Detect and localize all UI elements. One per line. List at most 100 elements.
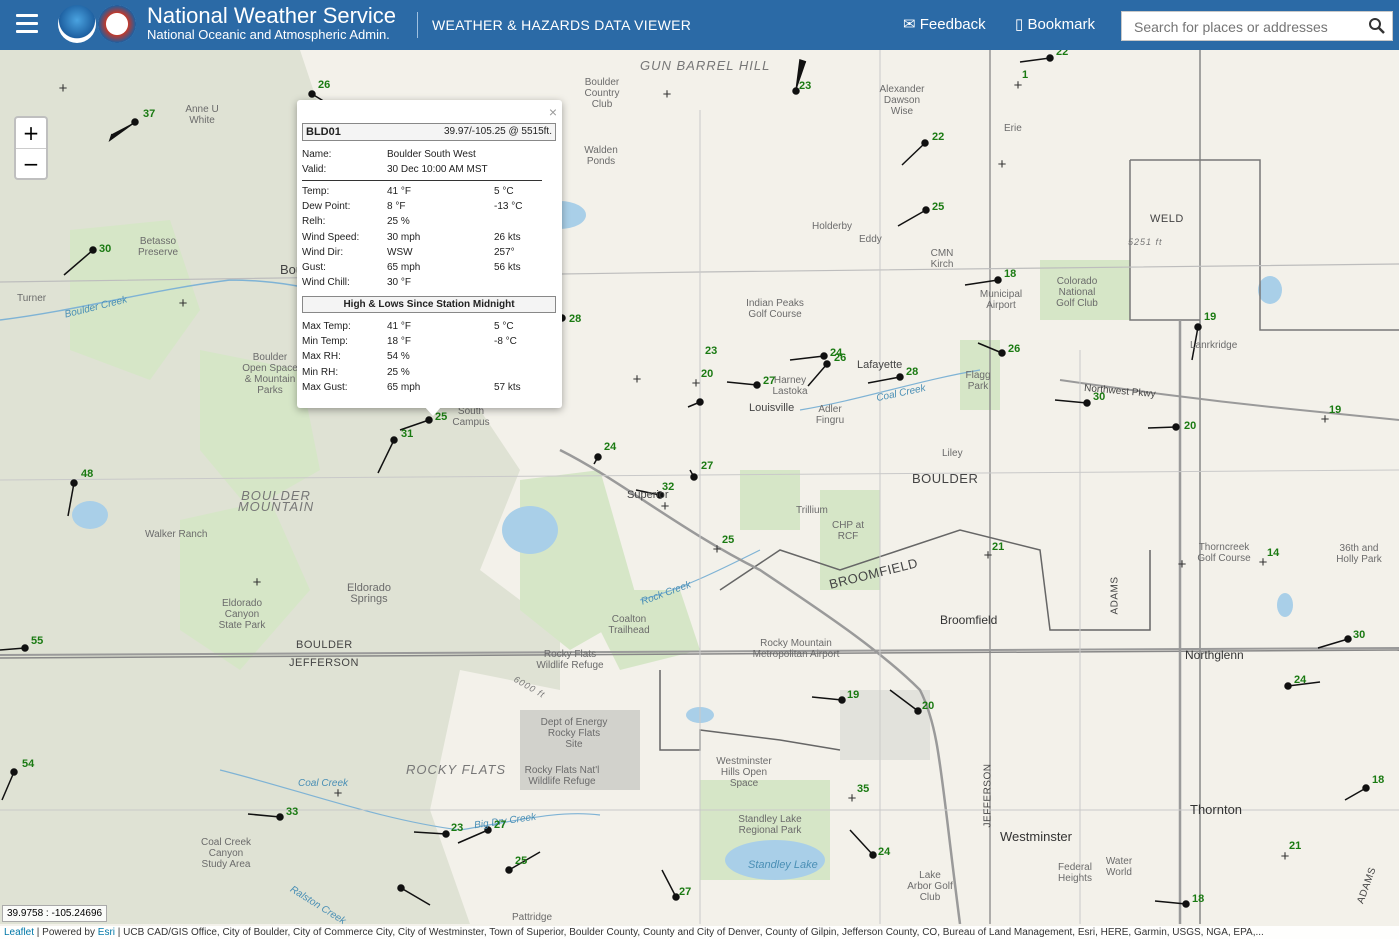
- station-value[interactable]: 25: [515, 855, 527, 867]
- place-label: Walden Ponds: [584, 145, 618, 167]
- station-value[interactable]: 28: [906, 366, 918, 378]
- menu-icon[interactable]: [16, 14, 38, 34]
- zoom-in-button[interactable]: +: [16, 118, 46, 149]
- station-value[interactable]: 23: [451, 822, 463, 834]
- station-value[interactable]: 24: [878, 846, 890, 858]
- place-label: Coal Creek Canyon Study Area: [200, 837, 252, 870]
- obs-value-primary: 25 %: [387, 216, 410, 228]
- station-value[interactable]: 28: [569, 313, 581, 325]
- station-value[interactable]: 18: [1192, 893, 1204, 905]
- station-value[interactable]: 14: [1267, 547, 1279, 559]
- valid-value: 30 Dec 10:00 AM MST: [387, 164, 488, 175]
- leaflet-link[interactable]: Leaflet: [4, 927, 34, 938]
- place-label: Flagg Park: [965, 370, 991, 392]
- obs-label: Max RH:: [302, 351, 341, 363]
- powered-text: | Powered by: [34, 927, 98, 938]
- nws-logo[interactable]: [98, 5, 136, 43]
- place-label: Lanrkridge: [1190, 340, 1238, 351]
- bookmark-label: Bookmark: [1027, 16, 1095, 33]
- popup-header: BLD01 39.97/-105.25 @ 5515ft.: [302, 123, 556, 141]
- station-marker[interactable]: +: [631, 372, 643, 387]
- station-value[interactable]: 18: [1372, 774, 1384, 786]
- station-value[interactable]: 27: [494, 819, 506, 831]
- station-marker[interactable]: +: [996, 157, 1008, 172]
- obs-value-primary: WSW: [387, 246, 413, 258]
- station-value[interactable]: 21: [1289, 840, 1301, 852]
- place-label: Boulder Country Club: [584, 77, 620, 110]
- station-value[interactable]: 20: [1184, 420, 1196, 432]
- place-label: Turner: [17, 293, 47, 304]
- search-icon[interactable]: [1368, 17, 1386, 35]
- county-label: JEFFERSON: [289, 657, 359, 669]
- station-value[interactable]: 37: [143, 108, 155, 120]
- station-marker[interactable]: +: [659, 499, 671, 514]
- station-value[interactable]: 32: [662, 481, 674, 493]
- zoom-out-button[interactable]: −: [16, 149, 46, 179]
- obs-label: Relh:: [302, 216, 326, 228]
- close-icon[interactable]: ×: [549, 104, 557, 120]
- station-value[interactable]: 23: [799, 80, 811, 92]
- station-value[interactable]: 48: [81, 468, 93, 480]
- station-value[interactable]: 25: [722, 534, 734, 546]
- station-value[interactable]: 24: [1294, 674, 1306, 686]
- station-value[interactable]: 54: [22, 758, 34, 770]
- popup-row: Valid: 30 Dec 10:00 AM MST: [302, 163, 552, 176]
- obs-value-secondary: 5 °C: [494, 186, 514, 197]
- station-value[interactable]: 26: [834, 352, 846, 364]
- station-value[interactable]: 20: [922, 700, 934, 712]
- station-value[interactable]: 19: [1204, 311, 1216, 323]
- station-value[interactable]: 24: [604, 441, 616, 453]
- map[interactable]: GUN BARREL HILL Boulder Country Club Wal…: [0, 46, 1399, 927]
- search-input[interactable]: [1132, 13, 1366, 41]
- esri-link[interactable]: Esri: [98, 927, 115, 938]
- station-value[interactable]: 30: [99, 243, 111, 255]
- station-value[interactable]: 19: [847, 689, 859, 701]
- station-marker[interactable]: +: [1176, 557, 1188, 572]
- station-value[interactable]: 27: [679, 886, 691, 898]
- station-marker[interactable]: +: [177, 296, 189, 311]
- place-label: Pattridge: [512, 912, 553, 923]
- station-value[interactable]: 30: [1353, 629, 1365, 641]
- station-marker[interactable]: +: [661, 87, 673, 102]
- station-value[interactable]: 26: [1008, 343, 1020, 355]
- station-value[interactable]: 35: [857, 783, 869, 795]
- station-value[interactable]: 33: [286, 806, 298, 818]
- elevation-label: 5251 ft: [1128, 237, 1163, 247]
- obs-value-primary: 25 %: [387, 366, 410, 378]
- station-value[interactable]: 55: [31, 635, 43, 647]
- bookmark-button[interactable]: ▯ Bookmark: [1015, 15, 1095, 33]
- station-value[interactable]: 22: [932, 131, 944, 143]
- envelope-icon: ✉: [903, 16, 916, 33]
- popup-row: Max Temp: 41 °F 5 °C: [302, 320, 552, 333]
- name-label: Name:: [302, 149, 332, 160]
- station-marker[interactable]: +: [57, 81, 69, 96]
- station-marker[interactable]: +: [251, 575, 263, 590]
- station-marker[interactable]: +: [332, 786, 344, 801]
- station-value[interactable]: 18: [1004, 268, 1016, 280]
- noaa-logo[interactable]: [58, 5, 96, 43]
- station-value[interactable]: 19: [1329, 404, 1341, 416]
- station-value[interactable]: 27: [701, 460, 713, 472]
- station-value[interactable]: 21: [992, 541, 1004, 553]
- place-label: Eddy: [859, 234, 882, 245]
- obs-label: Temp:: [302, 186, 330, 197]
- place-label: Colorado National Golf Club: [1056, 276, 1098, 309]
- station-value[interactable]: 23: [705, 345, 717, 357]
- obs-label: Min Temp:: [302, 336, 348, 348]
- obs-label: Gust:: [302, 262, 326, 273]
- station-value[interactable]: 1: [1022, 69, 1028, 81]
- place-label: WELD: [1150, 213, 1184, 225]
- highs-lows-title: High & Lows Since Station Midnight: [302, 296, 556, 313]
- station-value[interactable]: 20: [701, 368, 713, 380]
- search-box: [1121, 11, 1393, 41]
- feedback-button[interactable]: ✉ Feedback: [903, 15, 986, 33]
- station-value[interactable]: 31: [401, 428, 413, 440]
- station-value[interactable]: 30: [1093, 391, 1105, 403]
- station-value[interactable]: 25: [932, 201, 944, 213]
- station-value[interactable]: 26: [318, 79, 330, 91]
- station-id: BLD01: [306, 126, 341, 138]
- popup-row: Temp: 41 °F 5 °C: [302, 185, 552, 198]
- viewer-title: WEATHER & HAZARDS DATA VIEWER: [432, 17, 692, 33]
- place-label: Adler Fingru: [815, 404, 845, 426]
- station-value[interactable]: 27: [763, 375, 775, 387]
